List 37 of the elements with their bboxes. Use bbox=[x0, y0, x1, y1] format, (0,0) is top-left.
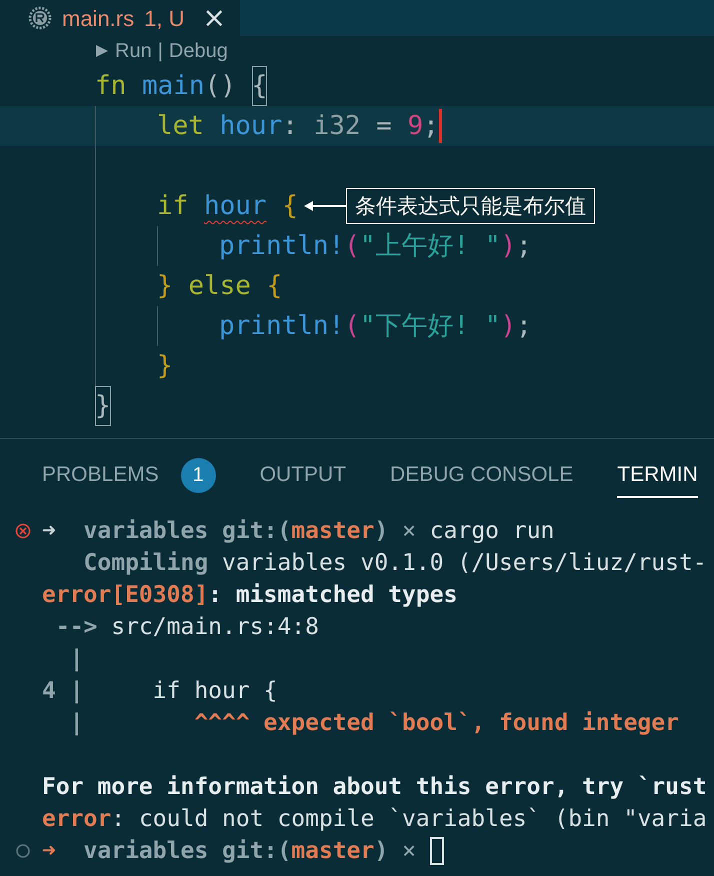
circle-icon bbox=[15, 843, 31, 859]
terminal-line: error: could not compile `variables` (bin "varia bbox=[42, 804, 707, 834]
terminal-line: ➜ variables git:(master) × bbox=[42, 836, 417, 866]
code-line: println!("上午好! "); bbox=[219, 230, 532, 263]
panel-tab[interactable]: PROBLEMS 1 bbox=[42, 454, 216, 498]
code-line: } bbox=[95, 386, 111, 426]
terminal-line: | bbox=[68, 644, 84, 674]
terminal-line: | ^^^^ expected `bool`, found integer bbox=[68, 708, 679, 738]
text-cursor bbox=[438, 109, 442, 143]
code-line: } else { bbox=[157, 270, 282, 303]
code-line: if hour { bbox=[157, 190, 298, 223]
panel-tab[interactable]: TERMIN bbox=[617, 454, 698, 498]
code-line: let hour: i32 = 9; bbox=[157, 110, 439, 143]
rust-gear-icon bbox=[28, 6, 52, 30]
terminal-line: error[E0308]: mismatched types bbox=[42, 580, 458, 610]
terminal-line: --> src/main.rs:4:8 bbox=[54, 612, 319, 642]
error-circle-icon bbox=[15, 523, 31, 539]
annotation-callout: 条件表达式只能是布尔值 bbox=[346, 188, 595, 224]
tab-filename: main.rs bbox=[62, 4, 134, 32]
code-line: } bbox=[157, 350, 173, 383]
panel-tab[interactable]: OUTPUT bbox=[260, 454, 346, 498]
run-link[interactable]: Run bbox=[115, 36, 152, 66]
editor-tab[interactable]: main.rs 1, U × bbox=[0, 0, 240, 36]
terminal-line: For more information about this error, try `rust bbox=[42, 772, 707, 802]
codelens-separator: | bbox=[158, 39, 163, 64]
code-line: fn main() { bbox=[95, 66, 268, 106]
arrow-icon bbox=[304, 200, 346, 212]
problem-count-badge: 1 bbox=[180, 458, 216, 492]
code-line: println!("下午好! "); bbox=[219, 310, 532, 343]
close-button[interactable]: × bbox=[202, 4, 226, 32]
play-icon bbox=[95, 44, 109, 58]
panel-tab[interactable]: DEBUG CONSOLE bbox=[390, 454, 574, 498]
debug-link[interactable]: Debug bbox=[168, 36, 228, 66]
terminal-line: ➜ variables git:(master) × cargo run bbox=[42, 516, 554, 546]
terminal-line: 4 | if hour { bbox=[42, 676, 278, 706]
tab-status: 1, U bbox=[144, 4, 184, 32]
terminal-line: Compiling variables v0.1.0 (/Users/liuz/rust- bbox=[82, 548, 707, 578]
